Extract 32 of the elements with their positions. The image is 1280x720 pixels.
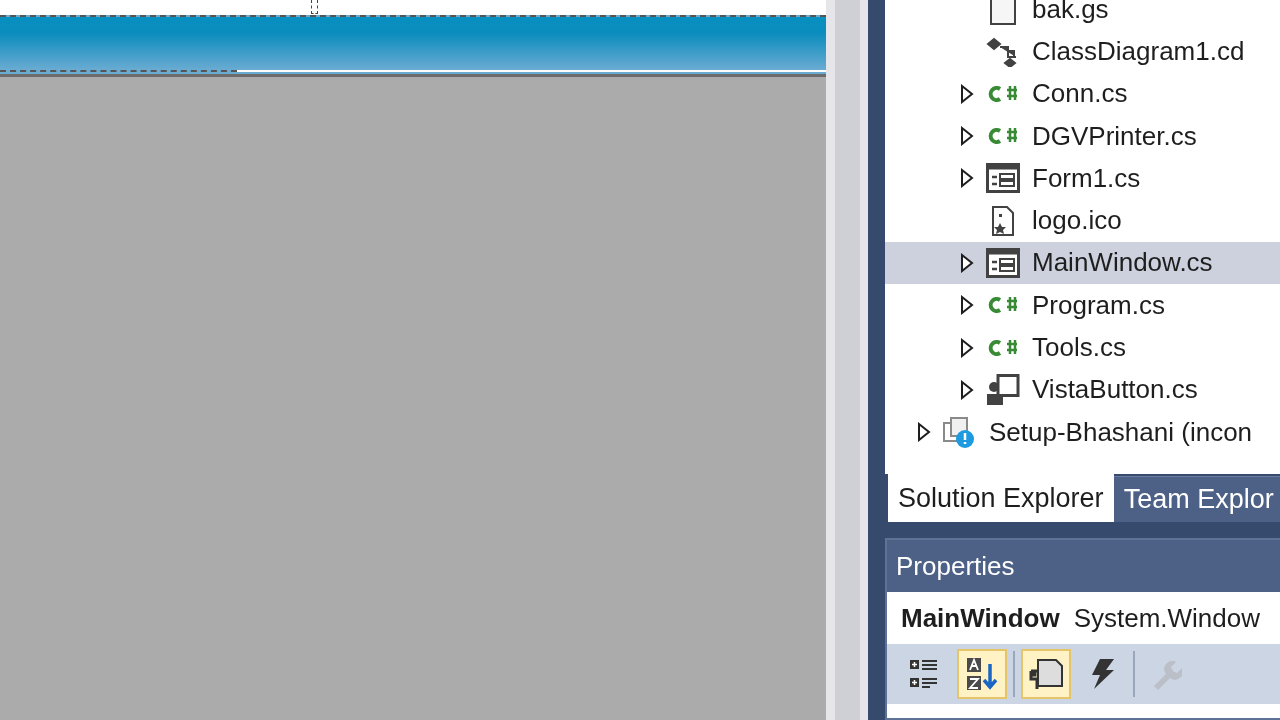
- expand-arrow-icon[interactable]: [960, 168, 974, 189]
- expand-arrow-icon[interactable]: [960, 295, 974, 316]
- expand-arrow-icon[interactable]: [960, 337, 974, 358]
- form-icon: [986, 163, 1020, 194]
- tree-item[interactable]: Form1.cs: [885, 157, 1280, 200]
- sort-alphabetical-icon: [965, 656, 999, 692]
- tree-item[interactable]: MainWindow.cs: [885, 241, 1280, 285]
- tree-item[interactable]: Setup-Bhashani (incon: [885, 410, 1280, 454]
- expand-arrow-icon[interactable]: [960, 379, 974, 400]
- toolbar-button[interactable]: [957, 649, 1007, 699]
- tree-item[interactable]: logo.ico: [885, 199, 1280, 242]
- expand-arrow-icon[interactable]: [960, 252, 974, 273]
- tree-item[interactable]: Conn.cs: [885, 72, 1280, 115]
- expand-arrow-icon[interactable]: [960, 126, 974, 147]
- tree-item[interactable]: VistaButton.cs: [885, 368, 1280, 411]
- tree-item[interactable]: DGVPrinter.cs: [885, 114, 1280, 158]
- panel-tab[interactable]: Solution Explorer: [888, 474, 1114, 522]
- object-name: MainWindow: [901, 602, 1060, 634]
- expand-arrow-icon[interactable]: [960, 83, 974, 104]
- form-icon: [986, 247, 1020, 278]
- toolbar-button[interactable]: [1021, 649, 1071, 699]
- image-file-icon: [991, 205, 1015, 236]
- property-page-icon: [1028, 657, 1064, 691]
- tree-item[interactable]: ClassDiagram1.cd: [885, 30, 1280, 73]
- panel-tab[interactable]: Team Explor: [1113, 476, 1280, 522]
- resize-handle[interactable]: [311, 0, 318, 14]
- user-control-icon: [986, 373, 1020, 406]
- expand-arrow-icon[interactable]: [917, 422, 931, 443]
- tree-item[interactable]: Tools.cs: [885, 326, 1280, 369]
- panel-title: Properties: [887, 540, 1280, 592]
- tree-item[interactable]: Program.cs: [885, 284, 1280, 327]
- object-type: System.Window: [1073, 602, 1261, 634]
